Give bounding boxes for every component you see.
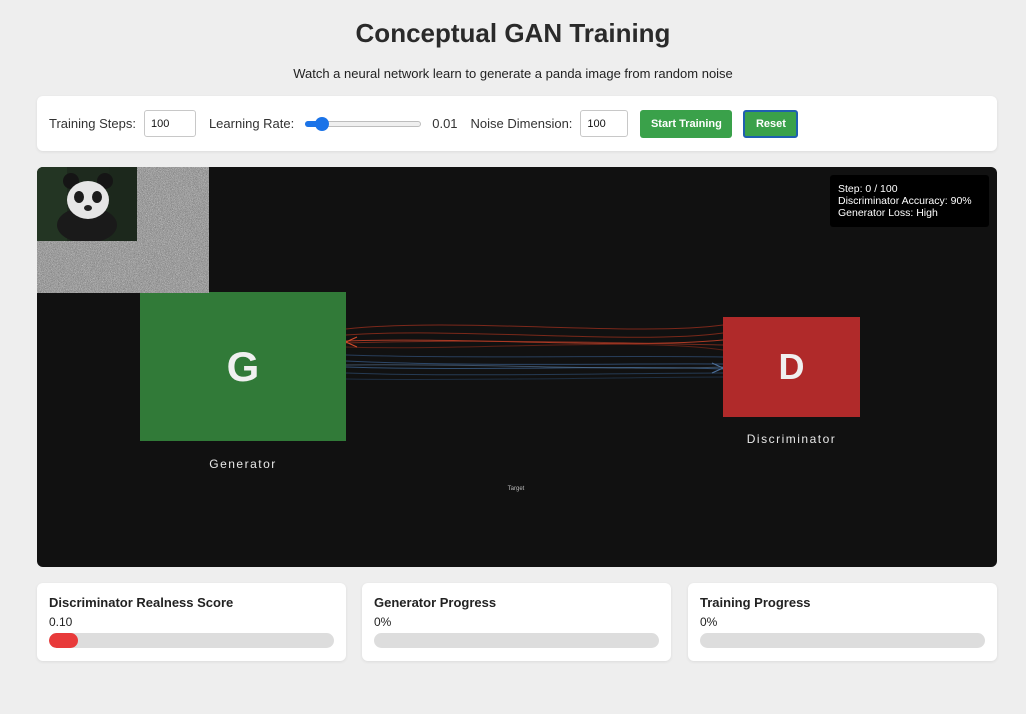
metric-value: 0% — [374, 615, 392, 629]
generator-loss: Generator Loss: High — [838, 207, 938, 219]
generator-letter: G — [226, 342, 260, 390]
training-steps-input[interactable] — [143, 110, 196, 137]
metric-title: Training Progress — [700, 595, 811, 610]
noise-dimension-input[interactable] — [580, 110, 629, 137]
slider-thumb[interactable] — [315, 116, 330, 131]
page-title: Conceptual GAN Training — [355, 18, 671, 48]
metric-title: Discriminator Realness Score — [49, 595, 234, 610]
training-status-panel: Step: 0 / 100 Discriminator Accuracy: 90… — [830, 175, 989, 227]
metric-progress-bar — [700, 633, 985, 648]
page-subtitle: Watch a neural network learn to generate… — [293, 66, 733, 81]
metric-progress-fill — [49, 633, 78, 648]
discriminator-label: Discriminator — [746, 432, 837, 446]
discriminator-letter: D — [778, 346, 805, 387]
metric-progress-bar — [49, 633, 334, 648]
learning-rate-value: 0.01 — [432, 116, 458, 131]
reset-button[interactable]: Reset — [743, 109, 799, 138]
training-canvas: Step: 0 / 100 Discriminator Accuracy: 90… — [37, 167, 997, 567]
metric-card-realness: Discriminator Realness Score 0.10 — [37, 583, 346, 661]
metric-value: 0% — [700, 615, 718, 629]
metric-value: 0.10 — [49, 615, 73, 629]
metric-card-generator-progress: Generator Progress 0% — [362, 583, 671, 661]
metric-card-training-progress: Training Progress 0% — [688, 583, 997, 661]
metric-progress-bar — [374, 633, 659, 648]
start-training-button[interactable]: Start Training — [640, 109, 733, 138]
control-panel: Training Steps: Learning Rate: 0.01 Nois… — [37, 96, 997, 151]
target-panda-image — [37, 167, 137, 241]
noise-dimension-label: Noise Dimension: — [470, 116, 573, 131]
metric-title: Generator Progress — [374, 595, 497, 610]
discriminator-block: D — [723, 317, 860, 417]
generator-block: G — [140, 292, 346, 441]
learning-rate-slider[interactable] — [305, 116, 422, 132]
learning-rate-label: Learning Rate: — [208, 116, 295, 131]
discriminator-accuracy: Discriminator Accuracy: 90% — [838, 195, 972, 207]
training-steps-label: Training Steps: — [49, 116, 136, 131]
target-label: Target — [507, 486, 525, 492]
step-counter: Step: 0 / 100 — [838, 183, 898, 195]
generator-label: Generator — [209, 457, 277, 471]
